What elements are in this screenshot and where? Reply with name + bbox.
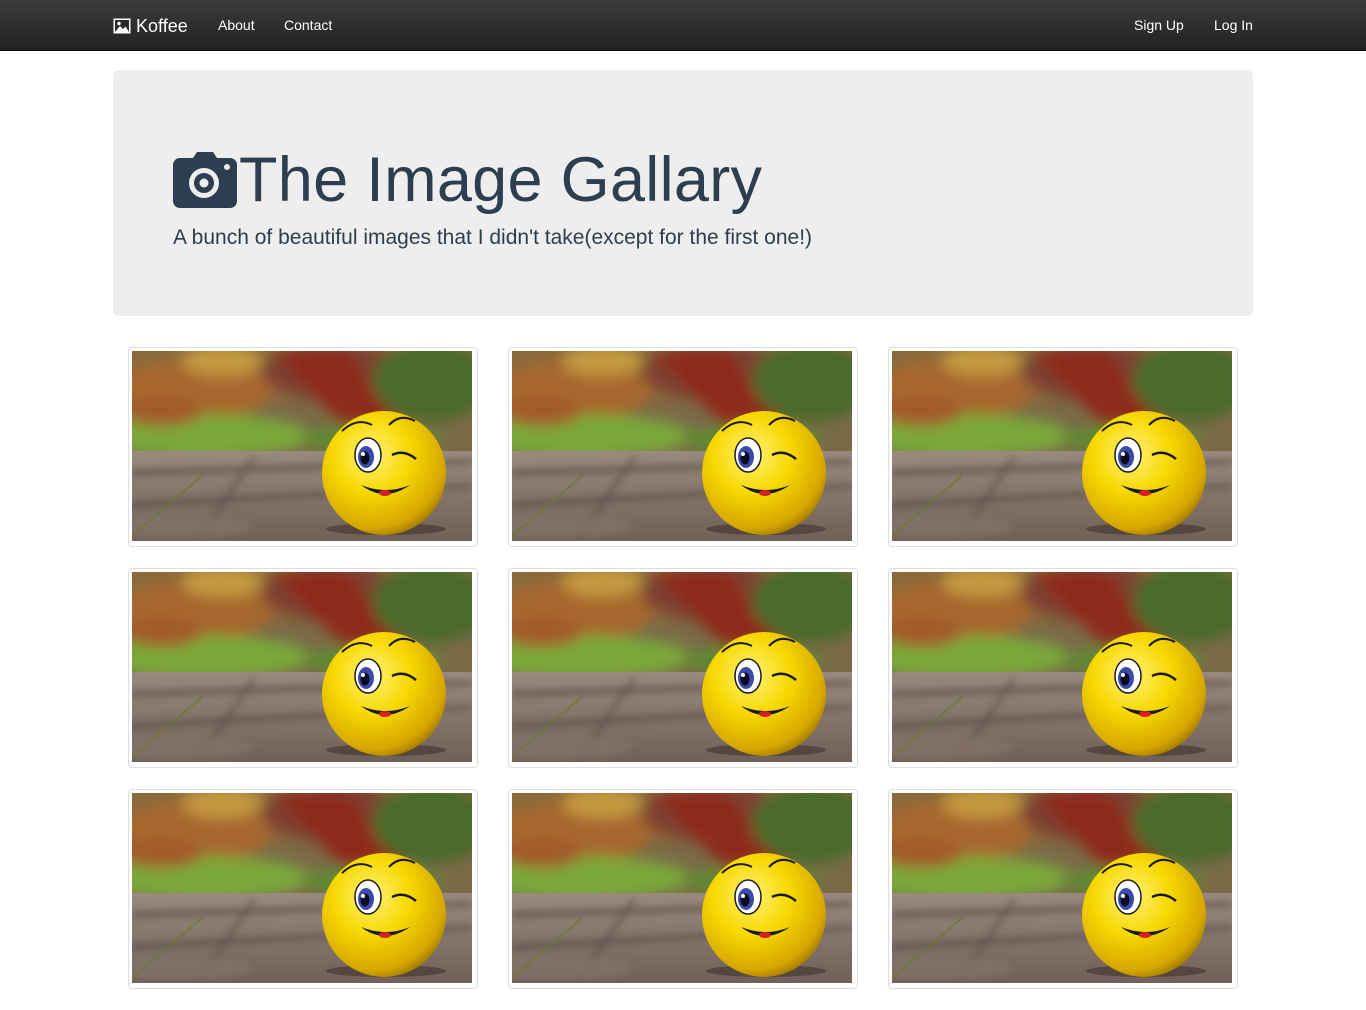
nav-link-about[interactable]: About xyxy=(218,17,255,34)
hero-subtitle: A bunch of beautiful images that I didn'… xyxy=(173,226,813,249)
gallery-image xyxy=(132,351,472,541)
page-title: The Image Gallary xyxy=(173,140,762,220)
hero-title: The Image Gallary xyxy=(239,145,763,215)
gallery-thumbnail[interactable] xyxy=(128,568,478,768)
gallery-image xyxy=(892,351,1232,541)
gallery-thumbnail[interactable] xyxy=(508,568,858,768)
camera-icon xyxy=(173,152,237,208)
gallery-thumbnail[interactable] xyxy=(888,347,1238,547)
gallery-image xyxy=(512,351,852,541)
nav-link-contact[interactable]: Contact xyxy=(284,17,332,34)
gallery-image xyxy=(512,572,852,762)
gallery-image xyxy=(132,572,472,762)
picture-icon xyxy=(113,18,131,34)
gallery-image xyxy=(512,793,852,983)
brand-name: Koffee xyxy=(136,15,188,36)
jumbotron: The Image Gallary A bunch of beautiful i… xyxy=(113,70,1253,316)
gallery-thumbnail[interactable] xyxy=(508,789,858,989)
gallery-image xyxy=(892,793,1232,983)
gallery-thumbnail[interactable] xyxy=(888,568,1238,768)
navbar: Koffee About Contact Sign Up Log In xyxy=(0,0,1366,51)
nav-link-sign-up[interactable]: Sign Up xyxy=(1134,17,1184,34)
gallery-thumbnail[interactable] xyxy=(508,347,858,547)
gallery-thumbnail[interactable] xyxy=(128,789,478,989)
brand-link[interactable]: Koffee xyxy=(113,14,188,38)
gallery-thumbnail[interactable] xyxy=(888,789,1238,989)
nav-link-log-in[interactable]: Log In xyxy=(1214,17,1253,34)
gallery-image xyxy=(892,572,1232,762)
gallery-image xyxy=(132,793,472,983)
gallery-thumbnail[interactable] xyxy=(128,347,478,547)
